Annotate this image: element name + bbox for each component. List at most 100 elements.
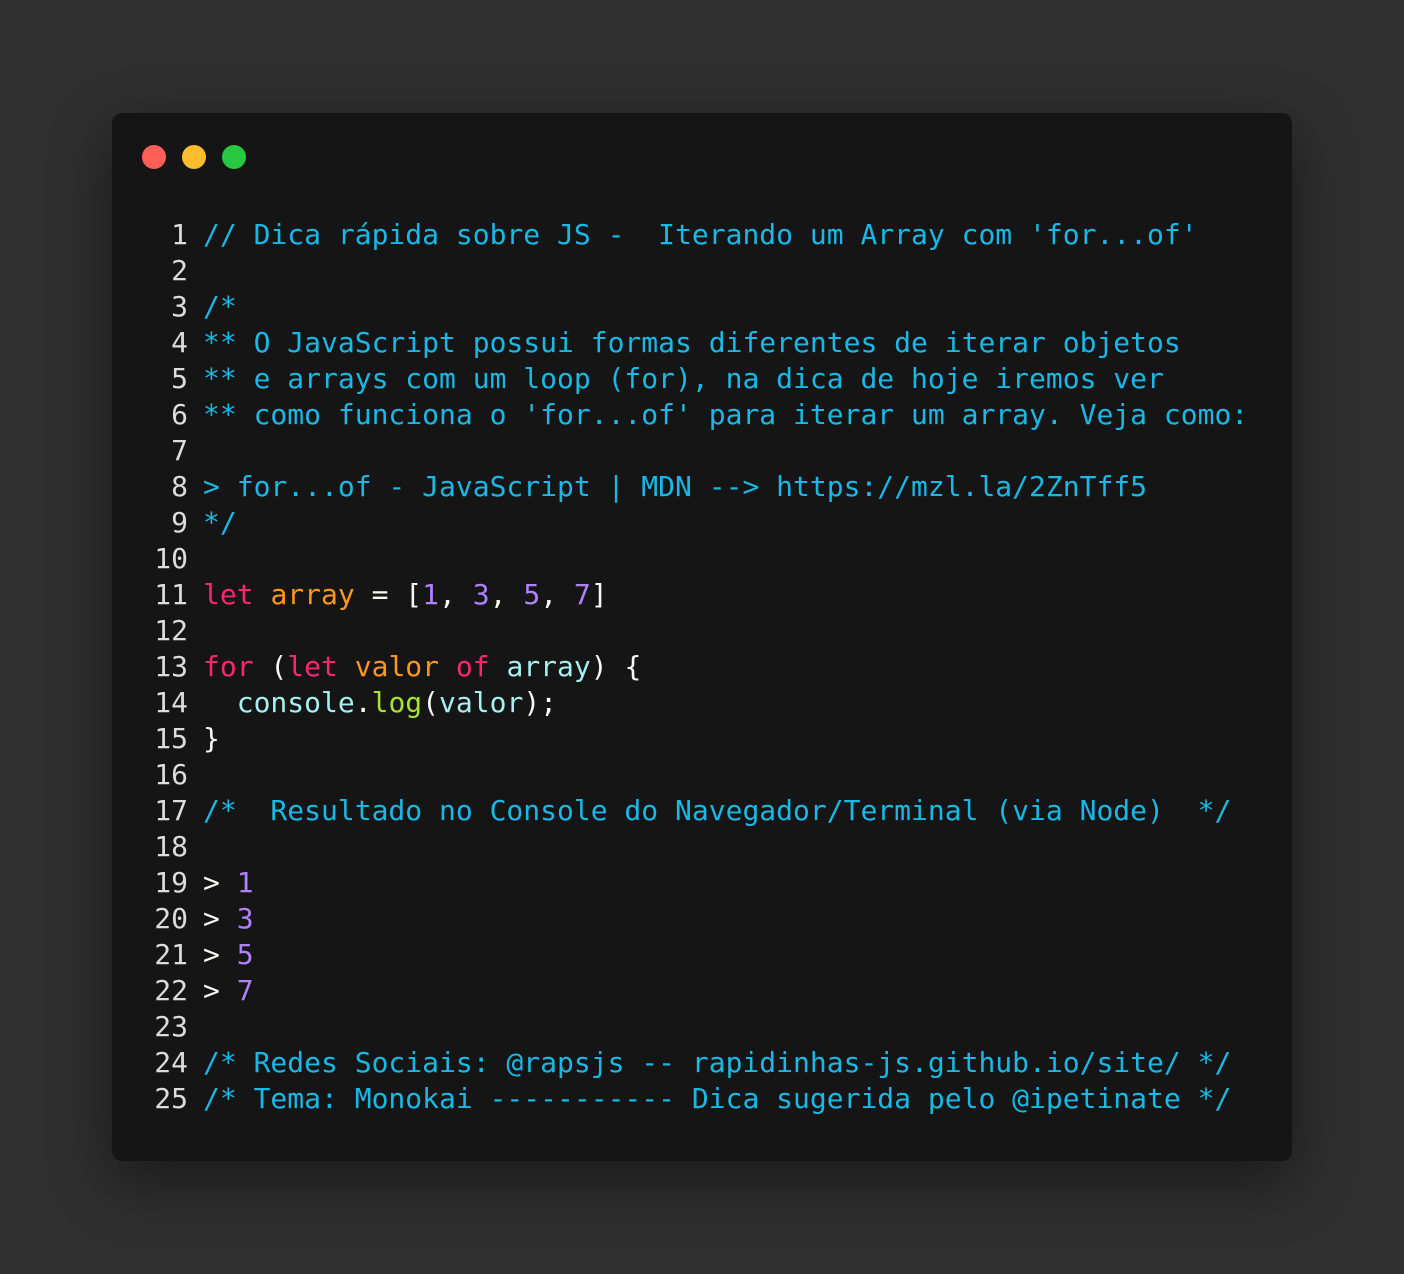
code-token-plain: ] xyxy=(590,578,608,611)
code-line: 25 /* Tema: Monokai ----------- Dica suge… xyxy=(150,1081,1248,1117)
line-number: 17 xyxy=(154,794,188,827)
code-token-comment: /* Resultado no Console do Navegador/Ter… xyxy=(203,794,1232,827)
code-line: 23 xyxy=(150,1009,1248,1045)
code-token-plain: > xyxy=(203,866,237,899)
line-number: 12 xyxy=(154,614,188,647)
code-token-plain: = [ xyxy=(354,578,423,611)
code-token-keyword: let xyxy=(287,650,338,683)
code-token-number: 7 xyxy=(236,974,254,1007)
line-number: 7 xyxy=(171,434,188,467)
code-token-number: 7 xyxy=(573,578,591,611)
code-line: 1 // Dica rápida sobre JS - Iterando um A… xyxy=(150,217,1248,253)
line-content: */ xyxy=(203,505,237,541)
code-line: 14 console.log(valor); xyxy=(150,685,1248,721)
code-token-comment: ** O JavaScript possui formas diferentes… xyxy=(203,326,1181,359)
code-line: 22 > 7 xyxy=(150,973,1248,1009)
line-content: /* Redes Sociais: @rapsjs -- rapidinhas-… xyxy=(203,1045,1231,1081)
code-token-plain: ); xyxy=(523,686,558,719)
code-token-plain: > xyxy=(203,974,237,1007)
line-number: 8 xyxy=(171,470,188,503)
code-token-number: 3 xyxy=(236,902,254,935)
minimize-dot-icon[interactable] xyxy=(182,145,206,169)
line-number: 20 xyxy=(154,902,188,935)
code-line: 9 */ xyxy=(150,505,1248,541)
line-number: 19 xyxy=(154,866,188,899)
code-line: 10 xyxy=(150,541,1248,577)
line-number: 4 xyxy=(171,326,188,359)
line-content: // Dica rápida sobre JS - Iterando um Ar… xyxy=(203,217,1198,253)
code-token-plain: ( xyxy=(253,650,288,683)
code-token-comment: /* xyxy=(203,290,237,323)
line-content: /* xyxy=(203,289,237,325)
line-number: 11 xyxy=(154,578,188,611)
code-line: 24 /* Redes Sociais: @rapsjs -- rapidinha… xyxy=(150,1045,1248,1081)
code-token-plain: > xyxy=(203,938,237,971)
code-line: 11 let array = [1, 3, 5, 7] xyxy=(150,577,1248,613)
code-line: 15} xyxy=(150,721,1248,757)
line-number: 23 xyxy=(154,1010,188,1043)
line-content: > 5 xyxy=(203,937,254,973)
line-content: let array = [1, 3, 5, 7] xyxy=(203,577,608,613)
code-line: 16 xyxy=(150,757,1248,793)
code-token-keyword: let xyxy=(203,578,254,611)
close-dot-icon[interactable] xyxy=(142,145,166,169)
code-line: 19 > 1 xyxy=(150,865,1248,901)
code-token-ident: array xyxy=(506,650,591,683)
line-number: 24 xyxy=(154,1046,188,1079)
code-token-number: 1 xyxy=(422,578,440,611)
line-content: } xyxy=(203,721,220,757)
code-line: 7 xyxy=(150,433,1248,469)
line-number: 13 xyxy=(154,650,188,683)
code-line: 17 /* Resultado no Console do Navegador/T… xyxy=(150,793,1248,829)
code-line: 4 ** O JavaScript possui formas diferente… xyxy=(150,325,1248,361)
maximize-dot-icon[interactable] xyxy=(222,145,246,169)
code-line: 18 xyxy=(150,829,1248,865)
code-token-comment: /* Redes Sociais: @rapsjs -- rapidinhas-… xyxy=(203,1046,1232,1079)
code-token-number: 5 xyxy=(523,578,541,611)
code-window: 1 // Dica rápida sobre JS - Iterando um A… xyxy=(112,113,1292,1161)
code-token-plain: , xyxy=(489,578,524,611)
code-token-var: valor xyxy=(354,650,440,683)
code-token-comment: ** como funciona o 'for...of' para itera… xyxy=(203,398,1249,431)
window-controls xyxy=(142,145,246,169)
code-token-plain: , xyxy=(540,578,574,611)
code-line: 8 > for...of - JavaScript | MDN --> https… xyxy=(150,469,1248,505)
code-editor: 1 // Dica rápida sobre JS - Iterando um A… xyxy=(150,217,1248,1117)
line-content: /* Resultado no Console do Navegador/Ter… xyxy=(203,793,1231,829)
code-line: 20 > 3 xyxy=(150,901,1248,937)
code-line: 12 xyxy=(150,613,1248,649)
line-content: for (let valor of array) { xyxy=(203,649,641,685)
line-content: ** O JavaScript possui formas diferentes… xyxy=(203,325,1181,361)
code-token-plain: } xyxy=(203,722,220,755)
code-token-plain: ) { xyxy=(590,650,642,683)
line-number: 9 xyxy=(171,506,188,539)
code-token-comment: /* Tema: Monokai ----------- Dica sugeri… xyxy=(203,1082,1232,1115)
line-number: 25 xyxy=(154,1082,188,1115)
code-token-number: 1 xyxy=(236,866,254,899)
line-number: 10 xyxy=(154,542,188,575)
code-token-number: 3 xyxy=(472,578,490,611)
line-number: 5 xyxy=(171,362,188,395)
code-line: 2 xyxy=(150,253,1248,289)
code-token-var: array xyxy=(270,578,355,611)
code-line: 6 ** como funciona o 'for...of' para iter… xyxy=(150,397,1248,433)
line-number: 15 xyxy=(154,722,188,755)
line-content: > 7 xyxy=(203,973,254,1009)
code-token-ident: valor xyxy=(439,686,524,719)
code-token-plain: . xyxy=(354,686,372,719)
code-line: 21 > 5 xyxy=(150,937,1248,973)
line-content: > 3 xyxy=(203,901,254,937)
line-number: 3 xyxy=(171,290,188,323)
line-number: 6 xyxy=(171,398,188,431)
line-number: 1 xyxy=(171,218,188,251)
line-content: > 1 xyxy=(203,865,254,901)
line-number: 22 xyxy=(154,974,188,1007)
line-content: > for...of - JavaScript | MDN --> https:… xyxy=(203,469,1147,505)
code-token-plain: ( xyxy=(422,686,440,719)
code-token-comment: > for...of - JavaScript | MDN --> https:… xyxy=(203,470,1148,503)
line-number: 14 xyxy=(154,686,188,719)
code-line: 3 /* xyxy=(150,289,1248,325)
code-line: 13 for (let valor of array) { xyxy=(150,649,1248,685)
